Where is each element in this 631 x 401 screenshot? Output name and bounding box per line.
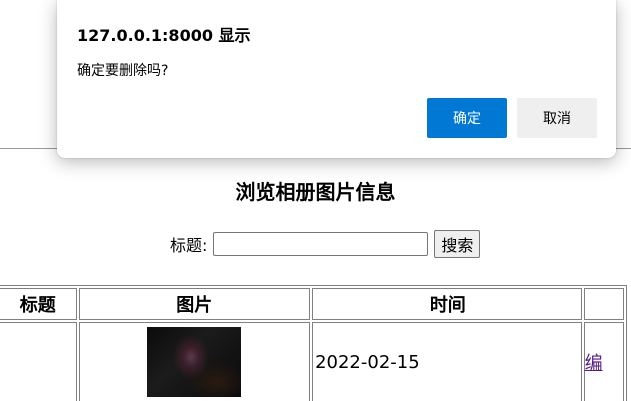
dialog-title: 127.0.0.1:8000 显示 [77,26,251,45]
header-operation [583,288,624,320]
header-time: 时间 [312,288,582,320]
dialog-message: 确定要删除吗? [77,63,169,79]
table-row: 2022-02-15 编 [0,322,624,401]
edit-link[interactable]: 编 [585,353,603,374]
cell-image [78,322,311,401]
confirm-cancel-button[interactable]: 取消 [517,98,597,138]
header-title: 标题 [0,288,77,320]
confirm-ok-button[interactable]: 确定 [427,98,507,138]
cell-title [0,322,77,401]
header-image: 图片 [78,288,311,320]
search-input[interactable] [213,232,429,256]
search-button[interactable]: 搜索 [434,230,481,258]
page-title: 浏览相册图片信息 [235,180,396,204]
cell-operation: 编 [583,322,624,401]
search-label: 标题: [170,236,208,255]
confirm-dialog: 127.0.0.1:8000 显示 确定要删除吗? 确定 取消 [57,0,616,158]
album-thumbnail [147,327,242,397]
album-table: 标题 图片 时间 2022-02-15 编 [0,285,627,401]
search-form: 标题: 搜索 [170,230,481,258]
table-header-row: 标题 图片 时间 [0,288,624,320]
cell-time: 2022-02-15 [312,322,582,401]
